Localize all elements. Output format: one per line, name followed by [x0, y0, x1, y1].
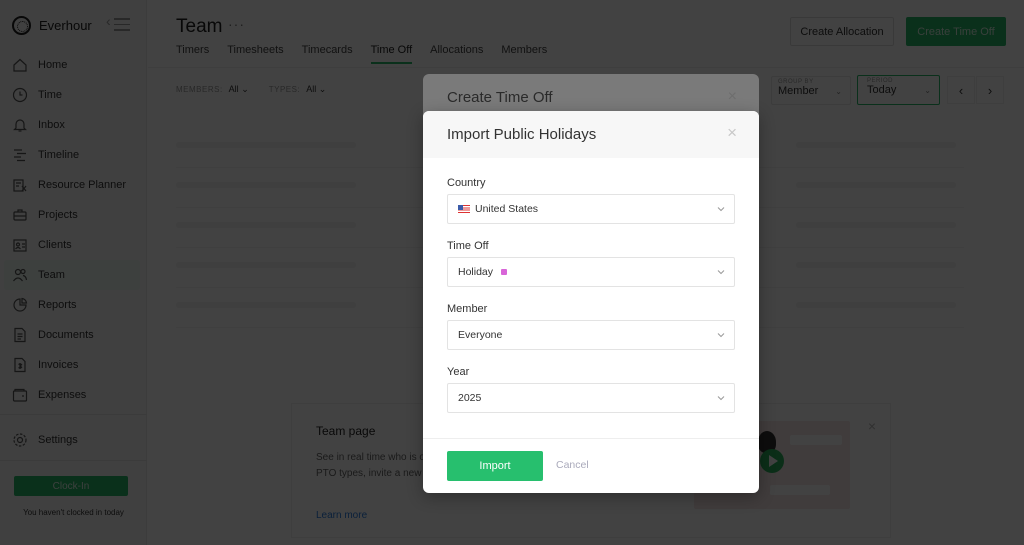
country-value: United States [475, 203, 539, 215]
country-label: Country [447, 177, 486, 189]
year-field: Year 2025 [447, 366, 735, 413]
time-off-type-select[interactable]: Holiday [447, 257, 735, 287]
time-off-field: Time Off Holiday [447, 240, 735, 287]
modal-title: Import Public Holidays [447, 126, 597, 143]
us-flag-icon [458, 205, 470, 213]
cancel-button[interactable]: Cancel [556, 459, 589, 471]
chevron-down-icon [716, 267, 726, 277]
time-off-label: Time Off [447, 240, 489, 252]
member-select[interactable]: Everyone [447, 320, 735, 350]
member-field: Member Everyone [447, 303, 735, 350]
modal-footer: Import Cancel [423, 438, 759, 493]
import-button[interactable]: Import [447, 451, 543, 481]
close-icon[interactable]: × [727, 123, 737, 143]
year-select[interactable]: 2025 [447, 383, 735, 413]
member-label: Member [447, 303, 488, 315]
create-time-off-title: Create Time Off [447, 89, 553, 106]
year-value: 2025 [458, 392, 482, 404]
chevron-down-icon [716, 393, 726, 403]
chevron-down-icon [716, 330, 726, 340]
year-label: Year [447, 366, 470, 378]
modal-header: Import Public Holidays × [423, 111, 759, 158]
country-field: Country United States [447, 177, 735, 224]
import-public-holidays-modal: Import Public Holidays × Country United … [423, 111, 759, 493]
modal-body: Country United States Time Off Holiday M… [447, 177, 735, 429]
member-value: Everyone [458, 329, 503, 341]
time-off-type-value: Holiday [458, 266, 494, 278]
country-select[interactable]: United States [447, 194, 735, 224]
close-icon[interactable]: × [728, 88, 737, 106]
chevron-down-icon [716, 204, 726, 214]
type-color-swatch [501, 269, 508, 275]
